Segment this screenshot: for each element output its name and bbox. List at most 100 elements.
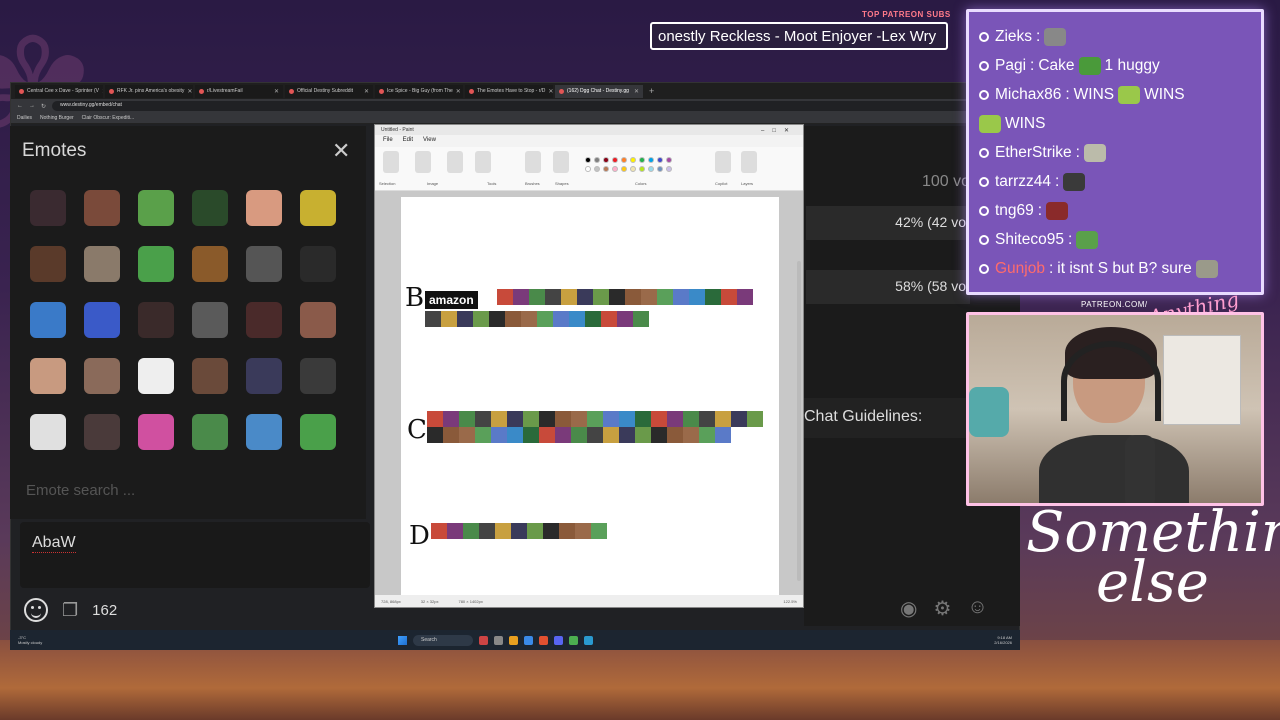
emote-item[interactable] (84, 190, 120, 226)
bookmark-item[interactable]: Clair Obscur: Expediti... (82, 115, 135, 121)
color-swatch[interactable] (666, 157, 672, 163)
copilot-icon[interactable] (715, 151, 731, 173)
emote-item[interactable] (192, 246, 228, 282)
browser-tab[interactable]: Official Destiny Subreddit ✕ (285, 84, 373, 98)
paint-canvas[interactable]: B amazon C D (401, 197, 779, 595)
color-swatch[interactable] (585, 157, 591, 163)
emote-item[interactable] (30, 190, 66, 226)
emote-item[interactable] (300, 358, 336, 394)
emote-item[interactable] (138, 358, 174, 394)
color-swatch[interactable] (621, 166, 627, 172)
tab-close-icon[interactable]: ✕ (364, 88, 369, 95)
color-swatch[interactable] (657, 166, 663, 172)
paint-menu-item[interactable]: Edit (403, 137, 413, 145)
new-tab-icon[interactable]: + (645, 86, 654, 96)
emote-item[interactable] (192, 302, 228, 338)
selection-tool-icon[interactable] (383, 151, 399, 173)
emote-item[interactable] (246, 414, 282, 450)
chat-bubbles-icon[interactable]: ❐ (62, 600, 78, 621)
poll-option-b[interactable]: 58% (58 vo (806, 270, 970, 304)
weather-widget[interactable]: -3°C Mostly cloudy (18, 635, 68, 645)
color-swatch[interactable] (585, 166, 591, 172)
browser-tab[interactable]: Ice Spice - Big Guy (from The ✕ (375, 84, 463, 98)
app-icon[interactable] (524, 635, 533, 645)
paint-menu-item[interactable]: View (423, 137, 436, 145)
color-swatch[interactable] (594, 166, 600, 172)
color-swatch[interactable] (603, 166, 609, 172)
emote-item[interactable] (300, 302, 336, 338)
bookmark-item[interactable]: Dailies (17, 115, 32, 121)
paint-icon[interactable] (584, 635, 593, 645)
windows-start-icon[interactable] (398, 635, 407, 645)
color-swatch[interactable] (630, 157, 636, 163)
emote-item[interactable] (246, 302, 282, 338)
canvas-scrollbar[interactable] (797, 261, 801, 581)
browser-tab[interactable]: RFK Jr. pins America's obesity ✕ (105, 84, 193, 98)
emote-item[interactable] (138, 246, 174, 282)
taskbar-clock[interactable]: 9:18 AM 2/16/2026 (994, 635, 1012, 645)
paint-menu-item[interactable]: File (383, 137, 393, 145)
emote-item[interactable] (192, 190, 228, 226)
emote-item[interactable] (300, 246, 336, 282)
tab-close-icon[interactable]: ✕ (548, 88, 553, 95)
pencil-icon[interactable] (475, 151, 491, 173)
color-swatch[interactable] (612, 157, 618, 163)
emote-search-input[interactable]: Emote search ... (26, 482, 135, 499)
bookmark-item[interactable]: Nothing Burger (40, 115, 74, 121)
color-swatch[interactable] (666, 166, 672, 172)
tab-close-icon[interactable]: ✕ (456, 88, 461, 95)
discord-icon[interactable] (554, 635, 563, 645)
brush-icon[interactable] (525, 151, 541, 173)
emote-item[interactable] (30, 358, 66, 394)
color-swatch[interactable] (639, 157, 645, 163)
browser-tab[interactable]: The Emotes Have to Stop - r/D ✕ (465, 84, 553, 98)
emote-item[interactable] (300, 414, 336, 450)
color-swatch[interactable] (648, 157, 654, 163)
app-icon[interactable] (494, 635, 503, 645)
chrome-icon[interactable] (569, 635, 578, 645)
url-input[interactable]: www.destiny.gg/embed/chat (52, 101, 980, 111)
crop-icon[interactable] (415, 151, 431, 173)
color-swatch[interactable] (603, 157, 609, 163)
close-icon[interactable]: ✕ (332, 138, 350, 164)
browser-tab[interactable]: (162) Dgg Chat - Destiny.gg ✕ (555, 84, 643, 98)
tab-close-icon[interactable]: ✕ (102, 88, 103, 95)
chat-input-box[interactable]: AbaW (20, 522, 370, 588)
app-icon[interactable] (539, 635, 548, 645)
color-swatch[interactable] (639, 166, 645, 172)
color-swatch[interactable] (612, 166, 618, 172)
poll-option-a[interactable]: 42% (42 vo (806, 206, 970, 240)
browser-tab[interactable]: Central Cee x Dave - Sprinter (V✕ (15, 84, 103, 98)
emote-item[interactable] (84, 358, 120, 394)
browser-tab[interactable]: r/LivestreamFail ✕ (195, 84, 283, 98)
emote-item[interactable] (30, 246, 66, 282)
back-icon[interactable]: ← (17, 103, 23, 109)
flag-app-icon[interactable] (479, 635, 488, 645)
emote-item[interactable] (246, 246, 282, 282)
emote-item[interactable] (84, 246, 120, 282)
emote-item[interactable] (30, 414, 66, 450)
tab-close-icon[interactable]: ✕ (187, 88, 192, 95)
chat-input-value[interactable]: AbaW (32, 534, 76, 553)
color-swatch[interactable] (648, 166, 654, 172)
color-swatch[interactable] (594, 157, 600, 163)
taskbar-search[interactable]: Search (413, 634, 473, 646)
color-swatch[interactable] (621, 157, 627, 163)
reload-icon[interactable]: ↻ (41, 103, 46, 110)
emote-item[interactable] (246, 358, 282, 394)
emote-item[interactable] (30, 302, 66, 338)
emote-item[interactable] (192, 358, 228, 394)
forward-icon[interactable]: → (29, 103, 35, 109)
emote-item[interactable] (84, 414, 120, 450)
shapes-icon[interactable] (553, 151, 569, 173)
window-controls[interactable]: –□✕ (761, 127, 797, 134)
color-swatch[interactable] (657, 157, 663, 163)
tab-close-icon[interactable]: ✕ (274, 88, 279, 95)
emote-item[interactable] (192, 414, 228, 450)
emote-item[interactable] (138, 302, 174, 338)
emote-picker-icon[interactable] (24, 598, 48, 622)
folder-icon[interactable] (509, 635, 518, 645)
rotate-icon[interactable] (447, 151, 463, 173)
eye-icon[interactable]: ◉ (900, 596, 917, 621)
emote-item[interactable] (300, 190, 336, 226)
